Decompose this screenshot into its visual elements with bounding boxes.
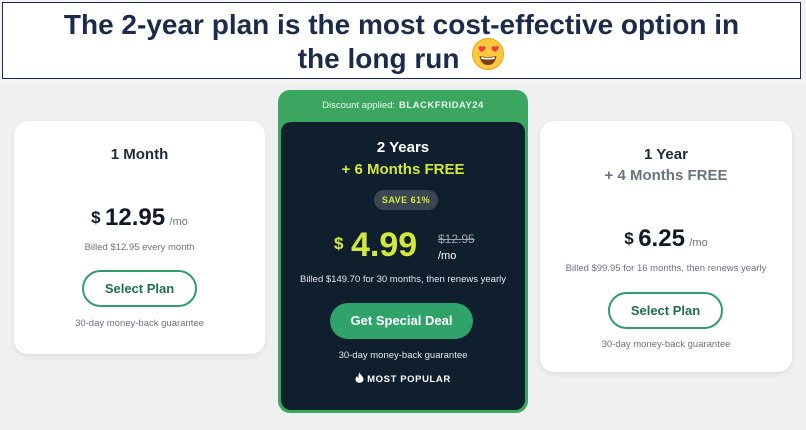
price-period: /mo bbox=[169, 216, 188, 228]
price-period: /mo bbox=[438, 250, 457, 262]
original-price: $12.95 bbox=[438, 232, 475, 246]
heart-eyes-emoji-icon bbox=[471, 37, 505, 79]
most-popular-label: MOST POPULAR bbox=[367, 374, 451, 385]
plan-name: 1 Year bbox=[644, 146, 688, 163]
plan-card-1-month: 1 Month $ 12.95 /mo Billed $12.95 every … bbox=[14, 121, 265, 354]
billing-note: Billed $99.95 for 16 months, then renews… bbox=[565, 263, 767, 274]
discount-banner: Discount applied: BLACKFRIDAY24 bbox=[278, 90, 528, 122]
plan-price: $ 6.25 /mo bbox=[540, 225, 792, 253]
save-badge: SAVE 61% bbox=[374, 190, 438, 210]
price-amount: 12.95 bbox=[105, 204, 166, 231]
select-plan-button[interactable]: Select Plan bbox=[82, 270, 197, 307]
billing-note: Billed $149.70 for 30 months, then renew… bbox=[300, 274, 506, 285]
discount-label: Discount applied: bbox=[322, 100, 396, 111]
currency-symbol: $ bbox=[334, 234, 344, 253]
caption-line-2-text: the long run bbox=[297, 43, 460, 74]
select-plan-button[interactable]: Select Plan bbox=[608, 292, 723, 329]
most-popular-badge: MOST POPULAR bbox=[281, 372, 525, 386]
plan-bonus: + 6 Months FREE bbox=[341, 161, 465, 178]
money-back-guarantee: 30-day money-back guarantee bbox=[75, 318, 204, 329]
money-back-guarantee: 30-day money-back guarantee bbox=[338, 350, 468, 361]
currency-symbol: $ bbox=[91, 208, 101, 227]
caption-line-2: the long run bbox=[3, 37, 800, 79]
get-special-deal-button[interactable]: Get Special Deal bbox=[330, 303, 473, 339]
featured-card-body: 2 Years + 6 Months FREE SAVE 61% $ 4.99 … bbox=[281, 122, 525, 410]
price-amount: 4.99 bbox=[351, 226, 418, 264]
discount-code: BLACKFRIDAY24 bbox=[399, 100, 484, 111]
currency-symbol: $ bbox=[624, 229, 634, 248]
billing-note: Billed $12.95 every month bbox=[84, 242, 195, 253]
money-back-guarantee: 30-day money-back guarantee bbox=[601, 339, 731, 350]
caption-line-1: The 2-year plan is the most cost-effecti… bbox=[63, 9, 740, 40]
price-period: /mo bbox=[689, 237, 708, 249]
plan-bonus: + 4 Months FREE bbox=[604, 167, 728, 184]
plan-card-2-years: Discount applied: BLACKFRIDAY24 2 Years +… bbox=[278, 90, 528, 413]
flame-icon bbox=[355, 372, 364, 386]
plan-price: $ 12.95 /mo bbox=[14, 204, 265, 232]
price-amount: 6.25 bbox=[638, 225, 685, 252]
plan-name: 2 Years bbox=[376, 139, 430, 156]
plan-card-1-year: 1 Year + 4 Months FREE $ 6.25 /mo Billed… bbox=[540, 121, 792, 372]
plan-name: 1 Month bbox=[110, 146, 169, 163]
caption-banner: The 2-year plan is the most cost-effecti… bbox=[2, 2, 801, 79]
